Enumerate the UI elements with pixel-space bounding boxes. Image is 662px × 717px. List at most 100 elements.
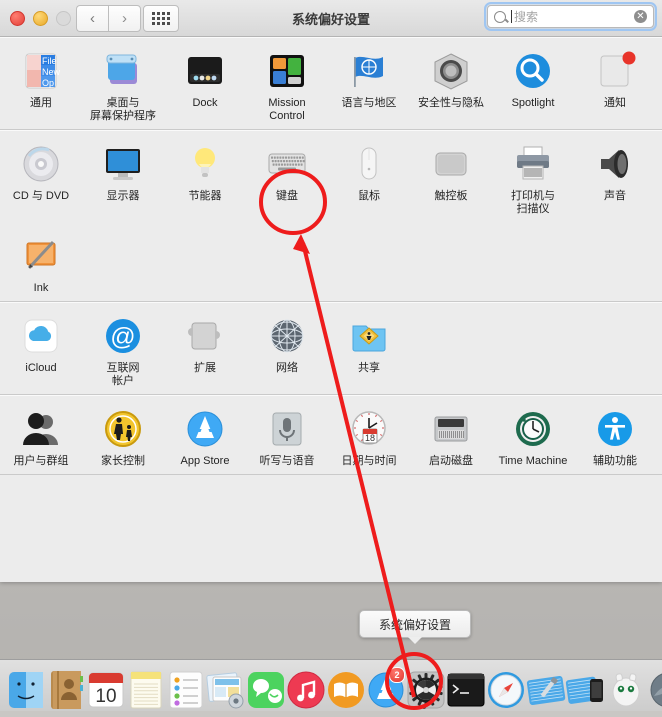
pref-item-label: 打印机与 扫描仪 bbox=[511, 190, 555, 215]
system-preferences-window: ‹ › 系统偏好设置 搜索 ✕ File New Op 通用 桌面与 屏幕保护程… bbox=[0, 0, 662, 582]
dock-tooltip-label: 系统偏好设置 bbox=[378, 617, 451, 632]
pref-item-ink[interactable]: Ink bbox=[0, 232, 82, 295]
system-preferences-dock-icon bbox=[404, 668, 445, 709]
dock-item-ibooks[interactable] bbox=[324, 662, 364, 708]
dock-item-xcode[interactable] bbox=[524, 662, 566, 708]
pref-item-displays[interactable]: 显示器 bbox=[82, 140, 164, 216]
dock-item-terminal[interactable] bbox=[444, 662, 485, 708]
safari-icon bbox=[484, 668, 524, 708]
startup-disk-icon bbox=[429, 407, 473, 451]
ibooks-icon bbox=[324, 668, 368, 712]
search-input[interactable]: 搜索 ✕ bbox=[487, 5, 654, 28]
pref-section-internet-wireless: iCloud @ 互联网 帐户 扩展 网络 共享 bbox=[0, 302, 662, 395]
svg-text:10: 10 bbox=[95, 686, 116, 707]
simulator-icon bbox=[564, 668, 604, 708]
pref-item-label: 辅助功能 bbox=[593, 455, 637, 467]
contacts-icon bbox=[44, 668, 84, 709]
notes-icon bbox=[124, 668, 168, 712]
dock-item-messages[interactable] bbox=[244, 662, 284, 708]
pref-item-desktop-screensaver[interactable]: 桌面与 屏幕保护程序 bbox=[82, 47, 164, 123]
dock-item-reminders[interactable] bbox=[164, 662, 204, 709]
grid-icon bbox=[152, 12, 170, 25]
traffic-lights bbox=[10, 11, 71, 26]
dock-item-contacts[interactable] bbox=[44, 662, 84, 709]
dock-item-itunes[interactable] bbox=[284, 662, 325, 709]
pref-item-spotlight[interactable]: Spotlight bbox=[492, 47, 574, 123]
dock-item-system-preferences-dock[interactable] bbox=[404, 662, 445, 709]
ink-icon-wrap bbox=[18, 232, 65, 279]
pref-item-accessibility[interactable]: 辅助功能 bbox=[574, 405, 656, 468]
pref-item-label: App Store bbox=[180, 455, 230, 467]
pref-item-general[interactable]: File New Op 通用 bbox=[0, 47, 82, 123]
calendar-icon: 10 bbox=[84, 668, 124, 708]
pref-item-label: 安全性与隐私 bbox=[418, 97, 484, 109]
pref-item-label: 触控板 bbox=[434, 190, 468, 202]
dock-item-finder[interactable] bbox=[4, 662, 44, 708]
pref-item-network[interactable]: 网络 bbox=[246, 312, 328, 388]
close-button[interactable] bbox=[10, 11, 25, 26]
xcode-icon bbox=[524, 668, 568, 712]
trackpad-icon bbox=[429, 142, 473, 186]
finder-icon bbox=[4, 668, 44, 708]
minimize-button[interactable] bbox=[33, 11, 48, 26]
pref-item-extensions[interactable]: 扩展 bbox=[164, 312, 246, 388]
dock-item-simulator[interactable] bbox=[564, 662, 604, 708]
system-prefs-dock-stack-icon bbox=[204, 668, 244, 709]
cd-dvd-icon bbox=[19, 142, 63, 186]
pref-item-users-groups[interactable]: 用户与群组 bbox=[0, 405, 82, 468]
pref-item-date-time[interactable]: 18 日期与时间 bbox=[328, 405, 410, 468]
pref-item-startup-disk[interactable]: 启动磁盘 bbox=[410, 405, 492, 468]
pref-item-energy-saver[interactable]: 节能器 bbox=[164, 140, 246, 216]
pref-item-printers-scanners[interactable]: 打印机与 扫描仪 bbox=[492, 140, 574, 216]
pref-item-parental-controls[interactable]: 家长控制 bbox=[82, 405, 164, 468]
reminders-icon bbox=[164, 668, 204, 709]
search-area[interactable]: 搜索 ✕ bbox=[484, 2, 657, 31]
dock-item-safari[interactable] bbox=[484, 662, 524, 708]
app-store-dock-icon: 2 bbox=[364, 667, 405, 708]
pref-item-trackpad[interactable]: 触控板 bbox=[410, 140, 492, 216]
pref-item-internet-accounts[interactable]: @ 互联网 帐户 bbox=[82, 312, 164, 388]
pref-item-mission-control[interactable]: Mission Control bbox=[246, 47, 328, 123]
dock-item-calendar[interactable]: 10 bbox=[84, 662, 124, 708]
dock-item-system-prefs-dock-stack[interactable] bbox=[204, 662, 244, 709]
pref-item-sharing[interactable]: 共享 bbox=[328, 312, 410, 388]
dock-item-notes[interactable] bbox=[124, 662, 164, 709]
show-all-grid-button[interactable] bbox=[143, 5, 179, 32]
clear-search-icon[interactable]: ✕ bbox=[634, 10, 647, 23]
pref-item-sound[interactable]: 声音 bbox=[574, 140, 656, 216]
pref-item-label: 共享 bbox=[358, 362, 380, 374]
pref-item-language-region[interactable]: 语言与地区 bbox=[328, 47, 410, 123]
pref-item-keyboard[interactable]: 键盘 bbox=[246, 140, 328, 216]
back-button[interactable]: ‹ bbox=[76, 5, 108, 32]
dock-item-preview[interactable] bbox=[644, 662, 662, 708]
internet-accounts-icon-wrap: @ bbox=[100, 312, 147, 359]
pref-item-mouse[interactable]: 鼠标 bbox=[328, 140, 410, 216]
pref-item-app-store[interactable]: App Store bbox=[164, 405, 246, 468]
app-store-icon-wrap bbox=[182, 405, 229, 452]
finder-icon bbox=[4, 668, 48, 712]
dock-item-sourcetree[interactable] bbox=[604, 662, 644, 708]
svg-text:File: File bbox=[42, 56, 57, 66]
desktop-screensaver-icon bbox=[101, 49, 145, 93]
pref-item-dock[interactable]: Dock bbox=[164, 47, 246, 123]
pref-item-security-privacy[interactable]: 安全性与隐私 bbox=[410, 47, 492, 123]
dock-icon bbox=[183, 49, 227, 93]
general-icon-wrap: File New Op bbox=[18, 47, 65, 94]
desktop-screensaver-icon-wrap bbox=[100, 47, 147, 94]
pref-item-icloud[interactable]: iCloud bbox=[0, 312, 82, 388]
accessibility-icon bbox=[593, 407, 637, 451]
pref-item-label: 家长控制 bbox=[101, 455, 145, 467]
pref-item-notifications[interactable]: 通知 bbox=[574, 47, 656, 123]
svg-text:New: New bbox=[42, 67, 61, 77]
pref-item-cd-dvd[interactable]: CD 与 DVD bbox=[0, 140, 82, 216]
pref-item-dictation-speech[interactable]: 听写与语音 bbox=[246, 405, 328, 468]
safari-icon bbox=[484, 668, 528, 712]
spotlight-icon-wrap bbox=[510, 47, 557, 94]
pref-item-label: CD 与 DVD bbox=[12, 190, 70, 202]
forward-button[interactable]: › bbox=[108, 5, 141, 32]
language-region-icon bbox=[347, 49, 391, 93]
trackpad-icon-wrap bbox=[428, 140, 475, 187]
mouse-icon-wrap bbox=[346, 140, 393, 187]
pref-item-time-machine[interactable]: Time Machine bbox=[492, 405, 574, 468]
dock-item-app-store-dock[interactable]: 2 bbox=[364, 662, 405, 708]
